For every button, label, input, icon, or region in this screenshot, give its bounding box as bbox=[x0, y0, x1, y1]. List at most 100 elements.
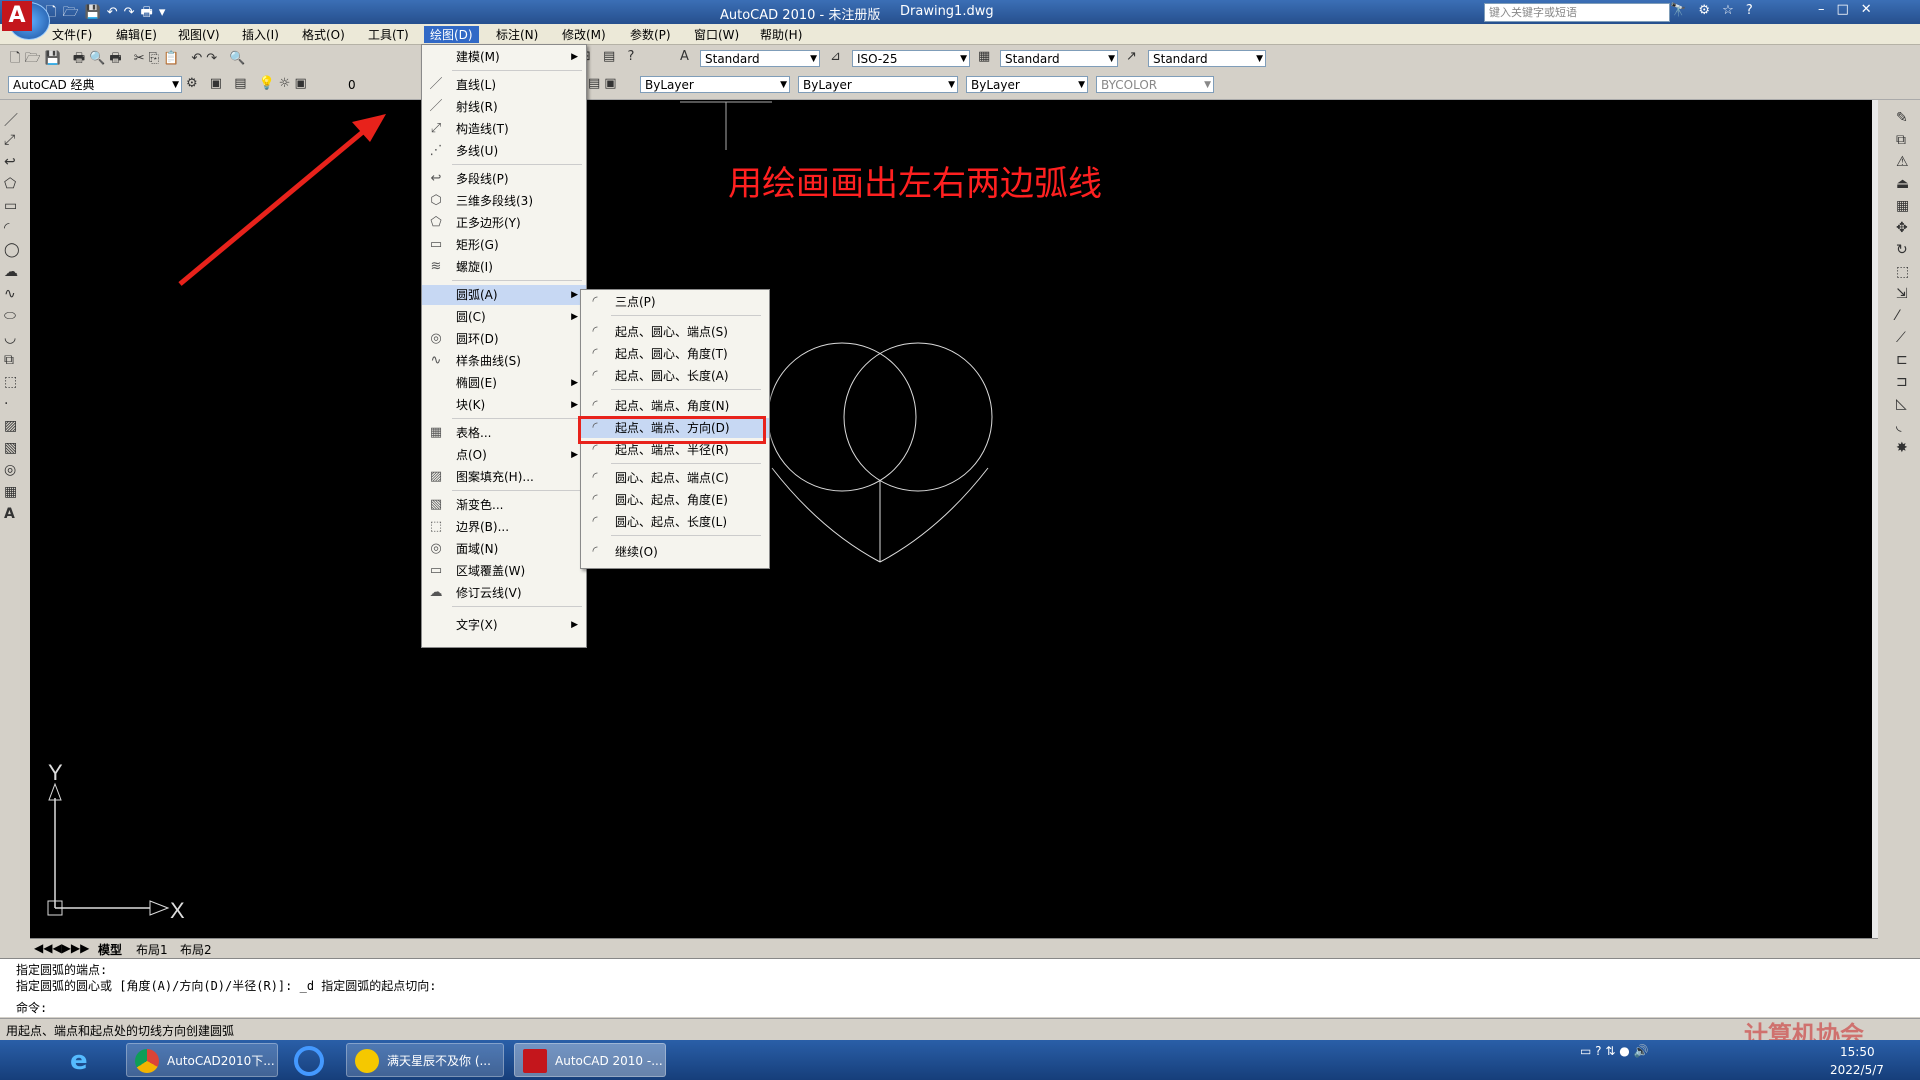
menu-item-line[interactable]: ／直线(L) bbox=[422, 75, 586, 95]
taskbar-item-chrome[interactable]: AutoCAD2010下... bbox=[126, 1043, 278, 1077]
arc-center-start-length[interactable]: ◜ 圆心、起点、长度(L) bbox=[581, 512, 769, 532]
menu-format[interactable]: 格式(O) bbox=[302, 26, 345, 43]
menu-item-point[interactable]: 点(O) ▶ bbox=[422, 445, 586, 465]
menu-item-hatch[interactable]: ▨ 图案填充(H)... bbox=[422, 467, 586, 487]
tab-layout1[interactable]: 布局1 bbox=[136, 941, 168, 958]
tab-layout2[interactable]: 布局2 bbox=[180, 941, 212, 958]
menu-insert[interactable]: 插入(I) bbox=[242, 26, 279, 43]
menu-item-modeling[interactable]: 建模(M) ▶ bbox=[422, 47, 586, 67]
line-tool-icon[interactable]: ／ bbox=[4, 110, 18, 130]
drawing-canvas[interactable]: Y X bbox=[30, 100, 1878, 938]
menu-item-block[interactable]: 块(K) ▶ bbox=[422, 395, 586, 415]
menu-window[interactable]: 窗口(W) bbox=[694, 26, 739, 43]
copy-tool-icon[interactable]: ⧉ bbox=[1896, 132, 1906, 148]
menu-item-arc[interactable]: 圆弧(A) ▶ bbox=[422, 285, 586, 305]
window-controls[interactable]: –□✕ bbox=[1818, 2, 1884, 17]
menu-item-region[interactable]: ◎ 面域(N) bbox=[422, 539, 586, 559]
table-tool-icon[interactable]: ▦ bbox=[4, 484, 17, 500]
properties-icons[interactable]: ⊞ ▤ ? bbox=[580, 49, 638, 64]
menu-item-3dpoly[interactable]: ⬡ 三维多段线(3) bbox=[422, 191, 586, 211]
array-tool-icon[interactable]: ▦ bbox=[1896, 198, 1909, 214]
insert-block-icon[interactable]: ⧉ bbox=[4, 352, 14, 368]
menu-item-spline[interactable]: ∿ 样条曲线(S) bbox=[422, 351, 586, 371]
arc-start-center-end[interactable]: ◜ 起点、圆心、端点(S) bbox=[581, 322, 769, 342]
linetype-select[interactable]: ByLayer ▼ bbox=[798, 76, 958, 93]
menu-item-wipeout[interactable]: ▭ 区域覆盖(W) bbox=[422, 561, 586, 581]
cloud-tool-icon[interactable]: ☁ bbox=[4, 264, 18, 280]
arc-continue[interactable]: ◜ 继续(O) bbox=[581, 542, 769, 562]
menu-item-mline[interactable]: ⋰ 多线(U) bbox=[422, 141, 586, 161]
mleader-style-select[interactable]: Standard ▼ bbox=[1148, 50, 1266, 67]
tab-nav-arrows[interactable]: ◀◀◀▶▶▶ bbox=[34, 941, 89, 955]
menu-item-circle[interactable]: 圆(C) ▶ bbox=[422, 307, 586, 327]
command-prompt[interactable]: 命令: bbox=[16, 999, 47, 1016]
gradient-tool-icon[interactable]: ▧ bbox=[4, 440, 17, 456]
menu-file[interactable]: 文件(F) bbox=[52, 26, 92, 43]
scale-tool-icon[interactable]: ⬚ bbox=[1896, 264, 1909, 280]
menu-view[interactable]: 视图(V) bbox=[178, 26, 220, 43]
break-tool-icon[interactable]: ⊏ bbox=[1896, 352, 1908, 368]
taskbar-item-music[interactable]: 满天星辰不及你 (... bbox=[346, 1043, 504, 1077]
tab-model[interactable]: 模型 bbox=[98, 941, 122, 958]
menu-item-gradient[interactable]: ▧ 渐变色... bbox=[422, 495, 586, 515]
join-tool-icon[interactable]: ⊐ bbox=[1896, 374, 1908, 390]
menu-item-polygon[interactable]: ⬠ 正多边形(Y) bbox=[422, 213, 586, 233]
rotate-tool-icon[interactable]: ↻ bbox=[1896, 242, 1908, 258]
polygon-tool-icon[interactable]: ⬠ bbox=[4, 176, 16, 192]
extend-tool-icon[interactable]: ⟋ bbox=[1896, 330, 1906, 346]
fillet-tool-icon[interactable]: ◟ bbox=[1896, 418, 1901, 434]
lineweight-select[interactable]: ByLayer ▼ bbox=[966, 76, 1088, 93]
arc-tool-icon[interactable]: ◜ bbox=[4, 220, 9, 236]
trim-tool-icon[interactable]: ⁄ bbox=[1896, 308, 1898, 324]
text-style-select[interactable]: Standard ▼ bbox=[700, 50, 820, 67]
ie-icon[interactable]: e bbox=[70, 1046, 88, 1076]
app-menu-button[interactable]: A bbox=[2, 1, 32, 31]
qq-browser-icon[interactable] bbox=[294, 1046, 324, 1076]
menu-dimension[interactable]: 标注(N) bbox=[496, 26, 538, 43]
menu-item-xline[interactable]: ⤢ 构造线(T) bbox=[422, 119, 586, 139]
mtext-tool-icon[interactable]: A bbox=[4, 506, 15, 522]
menu-help[interactable]: 帮助(H) bbox=[760, 26, 802, 43]
menu-item-helix[interactable]: ≋ 螺旋(I) bbox=[422, 257, 586, 277]
table-style-select[interactable]: Standard ▼ bbox=[1000, 50, 1118, 67]
layer-icons[interactable]: ▤▣ bbox=[588, 76, 621, 91]
make-block-icon[interactable]: ⬚ bbox=[4, 374, 17, 390]
standard-toolbar-icons[interactable]: 🗋🗁💾 🖶🔍🖶 ✂⎘📋 ↶↷ 🔍 bbox=[10, 49, 249, 71]
menu-edit[interactable]: 编辑(E) bbox=[116, 26, 157, 43]
mirror-tool-icon[interactable]: ⚠ bbox=[1896, 154, 1909, 170]
menu-item-ellipse[interactable]: 椭圆(E) ▶ bbox=[422, 373, 586, 393]
quick-access-toolbar[interactable]: 🗋🗁💾↶↷🖶▾ bbox=[46, 3, 171, 25]
menu-item-donut[interactable]: ◎ 圆环(D) bbox=[422, 329, 586, 349]
keyword-search-input[interactable]: 键入关键字或短语 bbox=[1484, 3, 1670, 22]
workspace-select[interactable]: AutoCAD 经典 ▼ bbox=[8, 76, 182, 93]
rectangle-tool-icon[interactable]: ▭ bbox=[4, 198, 17, 214]
menu-item-text[interactable]: 文字(X) ▶ bbox=[422, 615, 586, 635]
infocenter-icons[interactable]: 🔭 ⚙ ☆ ? bbox=[1670, 3, 1757, 18]
spline-tool-icon[interactable]: ∿ bbox=[4, 286, 16, 302]
workspace-icons[interactable]: ⚙ ▣ ▤ 💡☼▣ bbox=[186, 76, 311, 91]
polyline-tool-icon[interactable]: ↩ bbox=[4, 154, 16, 170]
ellipse-arc-tool-icon[interactable]: ◡ bbox=[4, 330, 16, 346]
arc-start-end-angle[interactable]: ◜ 起点、端点、角度(N) bbox=[581, 396, 769, 416]
menu-item-table[interactable]: ▦ 表格... bbox=[422, 423, 586, 443]
move-tool-icon[interactable]: ✥ bbox=[1896, 220, 1908, 236]
menu-item-polyline[interactable]: ↩ 多段线(P) bbox=[422, 169, 586, 189]
system-tray-icons[interactable]: ▭ ? ⇅ ● 🔊 bbox=[1580, 1044, 1648, 1058]
menu-draw[interactable]: 绘图(D) bbox=[424, 26, 479, 43]
layer-select[interactable]: 0 bbox=[348, 78, 356, 92]
arc-3point[interactable]: ◜ 三点(P) bbox=[581, 292, 769, 312]
arc-center-start-end[interactable]: ◜ 圆心、起点、端点(C) bbox=[581, 468, 769, 488]
menu-tools[interactable]: 工具(T) bbox=[368, 26, 409, 43]
color-select[interactable]: ByLayer ▼ bbox=[640, 76, 790, 93]
stretch-tool-icon[interactable]: ⇲ bbox=[1896, 286, 1908, 302]
menu-modify[interactable]: 修改(M) bbox=[562, 26, 606, 43]
dim-style-select[interactable]: ISO-25 ▼ bbox=[852, 50, 970, 67]
offset-tool-icon[interactable]: ⏏ bbox=[1896, 176, 1909, 192]
erase-tool-icon[interactable]: ✎ bbox=[1896, 110, 1908, 126]
menu-item-rectangle[interactable]: ▭ 矩形(G) bbox=[422, 235, 586, 255]
menu-item-boundary[interactable]: ⬚ 边界(B)... bbox=[422, 517, 586, 537]
xline-tool-icon[interactable]: ⤢ bbox=[4, 132, 15, 148]
circle-tool-icon[interactable]: ◯ bbox=[4, 242, 20, 258]
region-tool-icon[interactable]: ◎ bbox=[4, 462, 16, 478]
explode-tool-icon[interactable]: ✸ bbox=[1896, 440, 1908, 456]
